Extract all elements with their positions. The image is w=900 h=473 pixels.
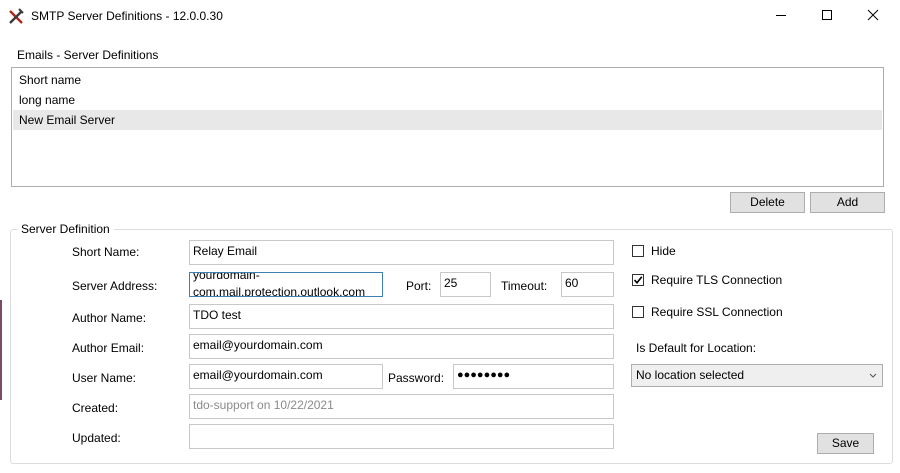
list-item-selected[interactable]: New Email Server (13, 110, 882, 130)
server-definition-label: Server Definition (17, 222, 114, 236)
author-email-field[interactable]: email@yourdomain.com (189, 334, 614, 359)
list-item[interactable]: long name (13, 90, 882, 110)
require-tls-checkbox-box[interactable] (632, 274, 644, 286)
server-address-field[interactable]: yourdomain- com.mail.protection.outlook.… (189, 272, 383, 297)
hide-checkbox-box[interactable] (632, 245, 644, 257)
default-location-value: No location selected (636, 368, 745, 382)
hide-checkbox[interactable]: Hide (632, 244, 676, 258)
save-button[interactable]: Save (817, 433, 874, 454)
hide-label: Hide (651, 244, 676, 258)
server-address-line-2: com.mail.protection.outlook.com (193, 285, 366, 297)
require-ssl-label: Require SSL Connection (651, 305, 783, 319)
timeout-field[interactable]: 60 (561, 272, 614, 297)
updated-label: Updated: (72, 431, 121, 445)
author-name-field[interactable]: TDO test (189, 304, 614, 329)
list-item-label: New Email Server (19, 113, 116, 127)
minimize-icon (775, 9, 787, 24)
delete-button[interactable]: Delete (730, 192, 805, 213)
short-name-label: Short Name: (72, 245, 140, 259)
check-icon (633, 276, 643, 285)
author-name-label: Author Name: (72, 311, 147, 325)
background-window-edge (0, 300, 2, 400)
author-email-label: Author Email: (72, 341, 145, 355)
timeout-label: Timeout: (501, 279, 548, 293)
require-ssl-checkbox-box[interactable] (632, 306, 644, 318)
server-list[interactable]: Short name long name New Email Server (11, 67, 884, 187)
server-address-label: Server Address: (72, 279, 158, 293)
chevron-down-icon (869, 365, 877, 393)
list-item[interactable]: Short name (13, 70, 882, 90)
password-field[interactable]: ●●●●●●●● (453, 364, 614, 389)
server-address-line-1: yourdomain- (193, 272, 260, 282)
updated-field (189, 424, 614, 449)
require-tls-checkbox[interactable]: Require TLS Connection (632, 273, 782, 287)
require-ssl-checkbox[interactable]: Require SSL Connection (632, 305, 783, 319)
port-label: Port: (406, 279, 432, 293)
default-location-label: Is Default for Location: (636, 341, 757, 355)
port-field[interactable]: 25 (440, 272, 491, 297)
password-label: Password: (388, 371, 445, 385)
server-list-label: Emails - Server Definitions (17, 48, 159, 62)
window-title: SMTP Server Definitions - 12.0.0.30 (31, 9, 223, 23)
list-item-label: Short name (19, 73, 82, 87)
created-label: Created: (72, 401, 119, 415)
require-tls-label: Require TLS Connection (651, 273, 783, 287)
add-button[interactable]: Add (810, 192, 885, 213)
maximize-button[interactable] (804, 0, 850, 32)
minimize-button[interactable] (758, 0, 804, 32)
user-name-label: User Name: (72, 371, 137, 385)
tools-x-icon (8, 8, 24, 24)
close-icon (867, 9, 879, 24)
title-bar[interactable]: SMTP Server Definitions - 12.0.0.30 (0, 0, 900, 32)
short-name-field[interactable]: Relay Email (189, 240, 614, 265)
close-button[interactable] (850, 0, 896, 32)
list-item-label: long name (19, 93, 76, 107)
maximize-icon (821, 9, 833, 24)
user-name-field[interactable]: email@yourdomain.com (189, 364, 383, 389)
default-location-dropdown[interactable]: No location selected (631, 364, 883, 387)
created-field: tdo-support on 10/22/2021 (189, 394, 614, 419)
